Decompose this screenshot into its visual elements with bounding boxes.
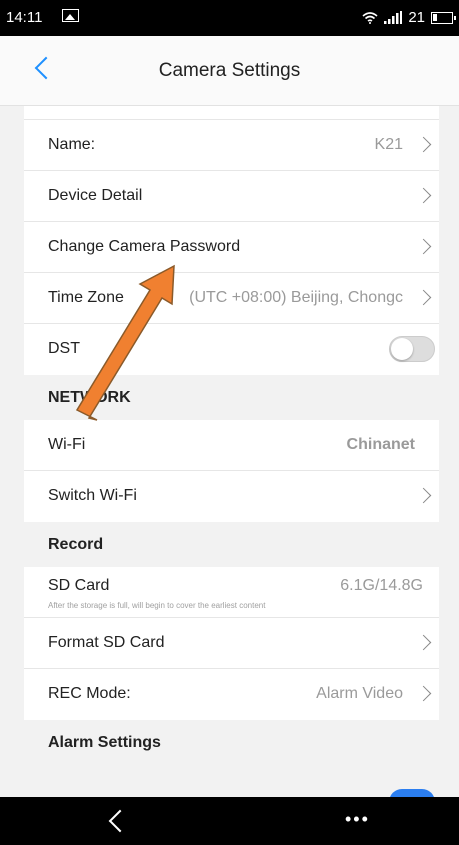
section-alarm: Alarm Settings xyxy=(24,720,439,765)
row-rec-mode[interactable]: REC Mode: Alarm Video xyxy=(24,669,439,720)
chevron-right-icon xyxy=(415,136,432,153)
system-nav-bar: ••• xyxy=(0,797,459,845)
list-top-edge xyxy=(24,106,439,120)
row-switch-wifi[interactable]: Switch Wi-Fi xyxy=(24,471,439,522)
chevron-right-icon xyxy=(415,685,432,702)
wifi-icon xyxy=(362,12,378,24)
more-icon[interactable]: ••• xyxy=(345,809,370,830)
dst-toggle[interactable] xyxy=(389,336,435,362)
row-time-zone[interactable]: Time Zone (UTC +08:00) Beijing, Chongc xyxy=(24,273,439,324)
section-record: Record xyxy=(24,522,439,567)
signal-icon xyxy=(384,11,403,24)
row-value: 6.1G/14.8G xyxy=(340,577,423,594)
chevron-right-icon xyxy=(415,634,432,651)
settings-list: Name: K21 Device Detail Change Camera Pa… xyxy=(24,106,439,765)
header: Camera Settings xyxy=(0,36,459,106)
row-label: Time Zone xyxy=(48,289,124,306)
row-label: Change Camera Password xyxy=(48,238,241,255)
section-label: Record xyxy=(48,536,104,553)
row-label: Name: xyxy=(48,136,96,153)
row-label: Device Detail xyxy=(48,187,143,204)
row-sd-card[interactable]: SD Card 6.1G/14.8G After the storage is … xyxy=(24,567,439,618)
row-label: Wi-Fi xyxy=(48,436,86,453)
status-bar: 14:11 21 xyxy=(0,0,459,36)
chevron-right-icon xyxy=(415,187,432,204)
alarm-toggle[interactable] xyxy=(389,789,435,797)
row-value: Alarm Video xyxy=(316,685,403,702)
row-format-sd[interactable]: Format SD Card xyxy=(24,618,439,669)
chevron-right-icon xyxy=(415,487,432,504)
battery-level: 21 xyxy=(408,9,425,26)
row-label: Switch Wi-Fi xyxy=(48,487,137,504)
status-right: 21 xyxy=(362,9,456,26)
page-title: Camera Settings xyxy=(158,60,301,81)
row-value: Chinanet xyxy=(346,436,415,453)
status-time: 14:11 xyxy=(6,9,43,26)
battery-icon xyxy=(431,11,456,24)
section-network: NETWORK xyxy=(24,375,439,420)
sd-card-note: After the storage is full, will begin to… xyxy=(48,601,266,610)
section-label: NETWORK xyxy=(48,389,131,406)
row-device-detail[interactable]: Device Detail xyxy=(24,171,439,222)
chevron-right-icon xyxy=(415,238,432,255)
section-label: Alarm Settings xyxy=(48,734,161,751)
row-dst: DST xyxy=(24,324,439,375)
row-label: DST xyxy=(48,340,80,357)
row-value: (UTC +08:00) Beijing, Chongc xyxy=(189,289,403,306)
row-label: Format SD Card xyxy=(48,634,165,651)
row-label: REC Mode: xyxy=(48,685,131,702)
image-notification-icon xyxy=(62,9,79,22)
row-change-password[interactable]: Change Camera Password xyxy=(24,222,439,273)
nav-back-icon[interactable] xyxy=(108,809,132,833)
row-wifi[interactable]: Wi-Fi Chinanet xyxy=(24,420,439,471)
chevron-right-icon xyxy=(415,289,432,306)
row-name[interactable]: Name: K21 xyxy=(24,120,439,171)
row-value: K21 xyxy=(374,136,403,153)
row-label: SD Card xyxy=(48,577,110,594)
